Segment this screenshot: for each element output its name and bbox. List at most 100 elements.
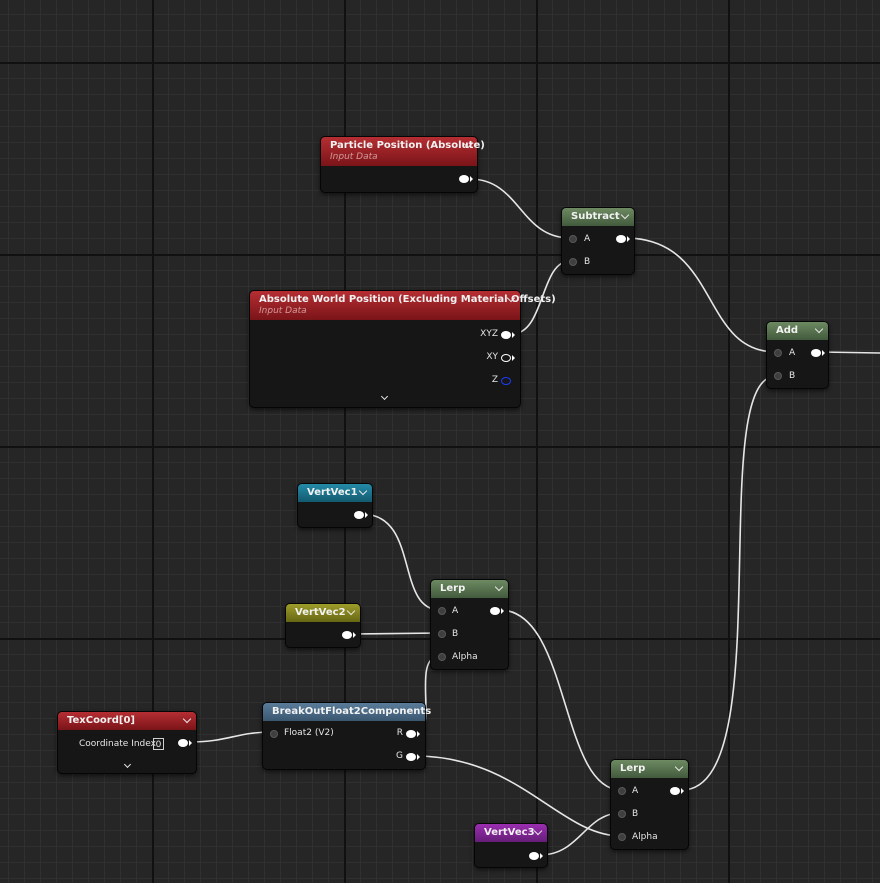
node-title: TexCoord[0] xyxy=(67,715,135,726)
input-pin-a[interactable] xyxy=(774,349,782,357)
input-pin-b[interactable] xyxy=(774,372,782,380)
add-node[interactable]: Add A B xyxy=(766,321,829,389)
node-header: Subtract xyxy=(562,208,634,226)
input-pin-a[interactable] xyxy=(569,235,577,243)
node-header: VertVec2 xyxy=(286,604,360,622)
coordinate-index-input[interactable]: 0 xyxy=(153,738,164,750)
output-pin[interactable] xyxy=(529,852,539,860)
chevron-down-icon[interactable] xyxy=(620,210,630,220)
chevron-down-icon[interactable] xyxy=(346,606,356,616)
chevron-down-icon[interactable] xyxy=(494,582,504,592)
output-pin-xy[interactable] xyxy=(501,354,511,362)
wire-vertvec3-to-lerpbottom-b xyxy=(539,812,622,856)
output-pin[interactable] xyxy=(354,511,364,519)
lerp-top-node[interactable]: Lerp A B Alpha xyxy=(430,579,509,670)
node-header: VertVec3 xyxy=(475,824,547,842)
node-title: Particle Position (Absolute) xyxy=(330,140,485,151)
input-label-a: A xyxy=(789,348,796,358)
wire-subtract-to-add-a xyxy=(624,237,777,353)
output-label-r: R xyxy=(396,728,403,738)
coordinate-index-label: Coordinate Index xyxy=(79,739,156,749)
output-pin[interactable] xyxy=(670,787,680,795)
node-subtitle: Input Data xyxy=(259,306,307,316)
input-pin-b[interactable] xyxy=(438,630,446,638)
chevron-down-icon[interactable] xyxy=(674,762,684,772)
input-label-b: B xyxy=(789,371,796,381)
output-pin[interactable] xyxy=(616,235,626,243)
wire-particle-to-subtract-a xyxy=(469,178,571,239)
vertvec2-node[interactable]: VertVec2 xyxy=(285,603,361,648)
output-pin-xyz[interactable] xyxy=(501,331,511,339)
vertvec1-node[interactable]: VertVec1 xyxy=(297,483,373,528)
chevron-down-icon[interactable] xyxy=(533,826,543,836)
wire-texcoord-to-breakout xyxy=(187,731,274,743)
chevron-down-icon[interactable] xyxy=(814,324,824,334)
input-label-b: B xyxy=(632,809,639,819)
input-pin-a[interactable] xyxy=(618,787,626,795)
input-pin-b[interactable] xyxy=(569,258,577,266)
wire-add-output xyxy=(819,351,880,354)
output-pin-arrow-icon xyxy=(417,731,420,737)
output-label-xyz: XYZ xyxy=(480,329,498,339)
input-label-float2: Float2 (V2) xyxy=(284,728,334,738)
output-pin-arrow-icon xyxy=(417,754,420,760)
input-label-b: B xyxy=(584,257,591,267)
output-pin-r[interactable] xyxy=(406,730,416,738)
output-label-g: G xyxy=(396,751,403,761)
node-title: Subtract xyxy=(571,211,620,222)
node-title: Lerp xyxy=(440,583,466,594)
node-title: Add xyxy=(776,325,799,336)
output-pin-arrow-icon xyxy=(540,853,543,859)
texcoord-node[interactable]: TexCoord[0] Coordinate Index 0 xyxy=(57,711,197,774)
lerp-bottom-node[interactable]: Lerp A B Alpha xyxy=(610,759,689,850)
output-pin-arrow-icon xyxy=(365,512,368,518)
node-header: Lerp xyxy=(611,760,688,778)
chevron-down-icon[interactable] xyxy=(182,714,192,724)
output-pin-arrow-icon xyxy=(512,355,515,361)
node-header: Absolute World Position (Excluding Mater… xyxy=(250,291,556,320)
input-label-a: A xyxy=(632,786,639,796)
node-header: Particle Position (Absolute) Input Data xyxy=(321,137,485,166)
node-title: BreakOutFloat2Components xyxy=(272,706,432,717)
output-pin[interactable] xyxy=(811,349,821,357)
node-header: TexCoord[0] xyxy=(58,712,196,730)
output-pin-arrow-icon xyxy=(353,632,356,638)
input-label-a: A xyxy=(452,606,459,616)
input-pin-b[interactable] xyxy=(618,810,626,818)
vertvec3-node[interactable]: VertVec3 xyxy=(474,823,548,868)
breakout-float2-node[interactable]: BreakOutFloat2Components Float2 (V2) R G xyxy=(262,702,432,770)
output-pin[interactable] xyxy=(490,607,500,615)
input-pin-alpha[interactable] xyxy=(438,653,446,661)
absolute-world-position-node[interactable]: Absolute World Position (Excluding Mater… xyxy=(249,290,556,408)
input-label-a: A xyxy=(584,234,591,244)
node-subtitle: Input Data xyxy=(330,152,378,162)
output-pin[interactable] xyxy=(342,631,352,639)
chevron-down-icon[interactable] xyxy=(380,392,389,401)
output-label-xy: XY xyxy=(486,352,498,362)
node-title: Absolute World Position (Excluding Mater… xyxy=(259,294,556,305)
output-pin[interactable] xyxy=(178,739,188,747)
output-pin-arrow-icon xyxy=(501,608,504,614)
output-pin-g[interactable] xyxy=(406,753,416,761)
output-pin-arrow-icon xyxy=(189,740,192,746)
node-title: VertVec2 xyxy=(295,607,346,618)
wire-lerptop-to-lerpbottom-a xyxy=(499,609,622,791)
node-title: Lerp xyxy=(620,763,646,774)
wire-vertvec1-to-lerp-a xyxy=(361,513,441,611)
subtract-node[interactable]: Subtract A B xyxy=(561,207,635,275)
output-pin-arrow-icon xyxy=(681,788,684,794)
particle-position-node[interactable]: Particle Position (Absolute) Input Data xyxy=(320,136,485,193)
output-pin-arrow-icon xyxy=(470,176,473,182)
input-pin-alpha[interactable] xyxy=(618,833,626,841)
chevron-down-icon[interactable] xyxy=(123,760,132,769)
chevron-down-icon[interactable] xyxy=(358,486,368,496)
node-title: VertVec3 xyxy=(484,827,535,838)
output-pin-arrow-icon xyxy=(512,332,515,338)
node-header: VertVec1 xyxy=(298,484,372,502)
input-pin-a[interactable] xyxy=(438,607,446,615)
input-label-b: B xyxy=(452,629,459,639)
output-pin-z[interactable] xyxy=(501,377,511,385)
output-pin[interactable] xyxy=(459,175,469,183)
input-pin-float2[interactable] xyxy=(270,730,278,738)
input-label-alpha: Alpha xyxy=(452,652,478,662)
